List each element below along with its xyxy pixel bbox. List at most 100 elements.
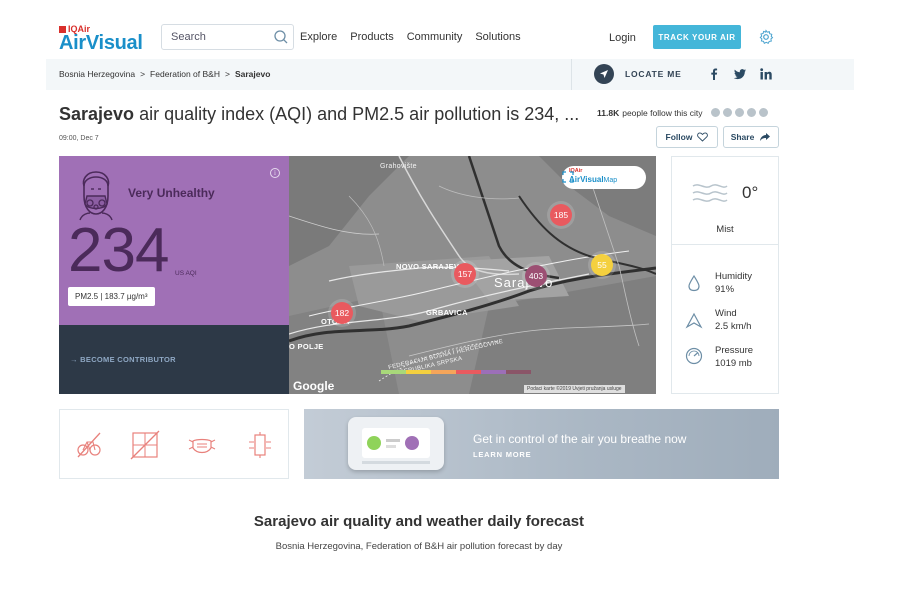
become-contributor-link[interactable]: → BECOME CONTRIBUTOR [70,355,176,364]
legend-unhealthy-sensitive [431,370,456,374]
locate-me-label: LOCATE ME [625,69,682,79]
avatar [745,107,757,118]
map-badge-suffix: Map [603,177,618,184]
device-screen [362,428,430,458]
pressure-label: Pressure [715,345,754,356]
mist-icon [692,184,728,202]
pressure-value: 1019 mb [715,358,752,369]
promo-banner[interactable]: Get in control of the air you breathe no… [304,409,779,479]
title-rest: air quality index (AQI) and PM2.5 air po… [134,104,580,124]
login-link[interactable]: Login [609,32,636,44]
breadcrumb-city: Sarajevo [234,69,271,79]
breadcrumb-country[interactable]: Bosnia Herzegovina [59,69,135,79]
aqi-value: 234 [68,216,169,285]
legend-moderate [406,370,431,374]
locate-me-button[interactable]: LOCATE ME [594,64,682,84]
breadcrumb-state[interactable]: Federation of B&H [150,69,220,79]
close-window-icon[interactable] [130,430,160,460]
map-credit[interactable]: Podaci karte ©2019 Uvjeti pružanja uslug… [524,385,625,393]
pm25-badge: PM2.5 | 183.7 µg/m³ [68,287,155,306]
weather-summary: 0° Mist [672,157,778,245]
aqi-status: Very Unhealthy [128,186,215,200]
wind: Wind 2.5 km/h [715,307,751,333]
avatar [733,107,745,118]
nav-community[interactable]: Community [407,31,463,43]
map-badge-title: AirVisualMap [569,175,617,184]
nav-products[interactable]: Products [350,31,393,43]
health-recommendations [59,409,289,479]
aqi-color-legend [381,370,531,374]
map-badge-brand: AirVisual [569,175,604,184]
face-mask-icon[interactable] [187,430,217,460]
weather-condition: Mist [716,224,734,235]
linkedin-icon[interactable] [759,67,773,81]
humidity-value: 91% [715,284,735,295]
map-marker-157[interactable]: 157 [454,263,476,285]
marker-value: 182 [334,308,350,318]
wind-label: Wind [715,308,737,319]
humidity-icon [688,274,700,292]
no-cycling-icon[interactable] [74,430,104,460]
info-icon[interactable]: i [270,168,280,178]
airvisual-map-badge[interactable]: IQAir AirVisualMap [562,166,646,189]
map-marker-55[interactable]: 55 [591,254,613,276]
wind-value: 2.5 km/h [715,321,752,332]
heart-icon [697,132,709,142]
follow-button[interactable]: Follow [656,126,718,148]
search-icon[interactable] [273,29,289,45]
air-quality-map[interactable]: Grahovište NOVO SARAJEVO Sarajevo GRBAVI… [289,156,656,394]
breadcrumb-bar: Bosnia Herzegovina > Federation of B&H >… [46,59,854,90]
air-purifier-icon[interactable] [245,430,275,460]
map-marker-185[interactable]: 185 [550,204,572,226]
map-marker-403[interactable]: 403 [525,265,547,287]
nav-solutions[interactable]: Solutions [475,31,520,43]
map-marker-182[interactable]: 182 [331,302,353,324]
become-contributor-panel[interactable]: → BECOME CONTRIBUTOR [59,325,289,394]
search-input[interactable] [162,25,267,49]
breadcrumb-separator: > [224,69,230,79]
forecast-title: Sarajevo air quality and weather daily f… [253,513,585,530]
nav-explore[interactable]: Explore [300,31,337,43]
learn-more-link[interactable]: LEARN MORE [473,450,531,459]
promo-headline: Get in control of the air you breathe no… [473,432,687,446]
marker-value: 55 [597,260,607,270]
twitter-icon[interactable] [733,67,747,81]
airvisual-logo[interactable]: IQAir AirVisual [59,24,149,54]
legend-good [381,370,406,374]
track-your-air-button[interactable]: TRACK YOUR AIR [653,25,741,49]
main-nav: Explore Products Community Solutions [300,31,534,43]
airvisual-pro-device-image [348,417,444,470]
gear-icon[interactable] [758,29,774,45]
share-label: Share [730,132,755,142]
marker-value: 403 [528,271,544,281]
facebook-icon[interactable] [707,67,721,81]
forecast-subtitle: Bosnia Herzegovina, Federation of B&H ai… [275,541,563,552]
breadcrumb: Bosnia Herzegovina > Federation of B&H >… [59,69,270,79]
avatar [709,107,721,118]
map-label-polje: O POLJE [289,342,324,351]
pressure-gauge-icon [685,347,703,365]
page-title: Sarajevo air quality index (AQI) and PM2… [59,104,579,125]
humidity: Humidity 91% [715,270,752,296]
aqi-unit: US AQI [175,270,197,277]
follower-avatars [709,107,769,118]
expand-icon[interactable] [562,171,574,183]
legend-very-unhealthy [481,370,506,374]
followers-info: 11.8K people follow this city [597,107,769,118]
followers-text: people follow this city [622,107,703,118]
share-icon [760,133,771,141]
humidity-label: Humidity [715,271,752,282]
gas-mask-face-icon [79,171,113,221]
breadcrumb-separator: > [140,69,146,79]
search-box[interactable] [161,24,294,50]
location-arrow-icon [594,64,614,84]
follow-label: Follow [665,132,693,142]
avatar [757,107,769,118]
device-indicator-green [367,436,381,450]
device-bar [386,439,400,442]
marker-value: 157 [457,269,473,279]
share-button[interactable]: Share [723,126,779,148]
breadcrumb-divider [571,59,572,90]
pressure: Pressure 1019 mb [715,344,753,370]
timestamp: 09:00, Dec 7 [59,135,99,142]
